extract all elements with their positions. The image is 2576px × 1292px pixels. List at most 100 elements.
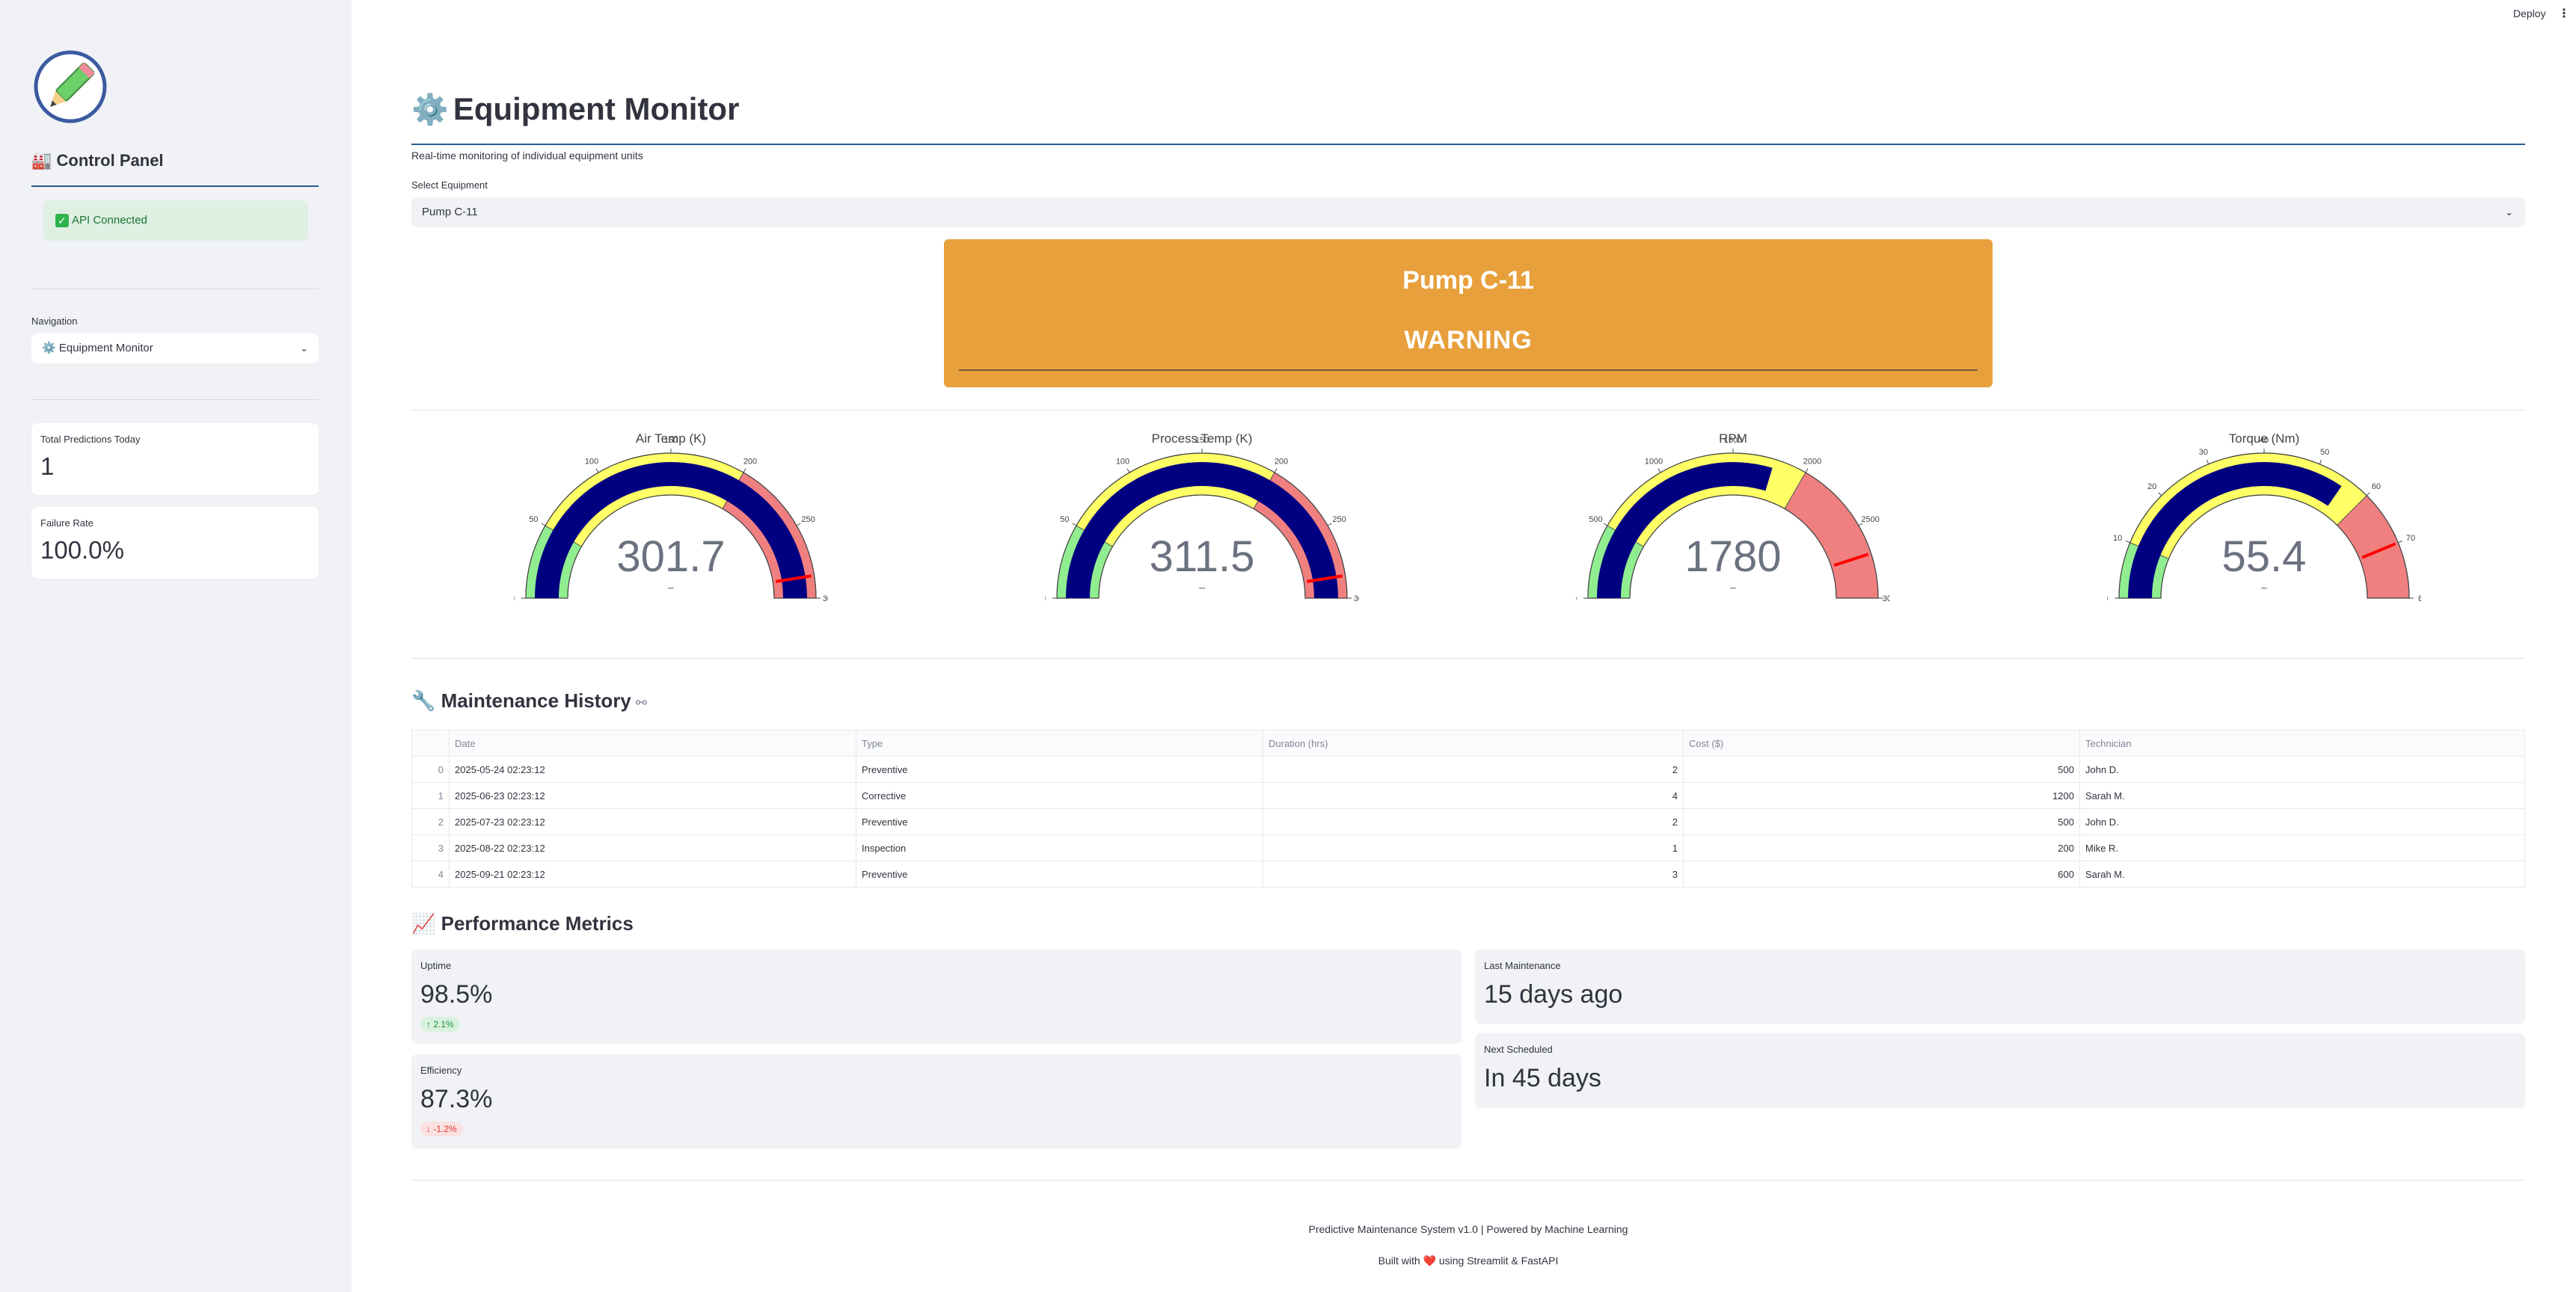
page-subtitle: Real-time monitoring of individual equip…	[411, 150, 643, 162]
column-header-date[interactable]: Date	[449, 730, 856, 757]
factory-icon: 🏭	[31, 151, 52, 170]
cell-cost[interactable]: 1200	[1683, 782, 2080, 809]
cell-type[interactable]: Preventive	[856, 808, 1263, 835]
table-header-row: Date Type Duration (hrs) Cost ($) Techni…	[411, 730, 2525, 757]
cell-cost[interactable]: 200	[1683, 834, 2080, 861]
cell-cost[interactable]: 500	[1683, 756, 2080, 783]
cell-duration[interactable]: 2	[1263, 756, 1684, 783]
table-row[interactable]: 1 2025-06-23 02:23:12 Corrective 4 1200 Sarah…	[411, 782, 2525, 809]
gauge-torque: Torque (Nm)0102030405060708055.4−	[2107, 431, 2421, 603]
metric-delta: ↓ -1.2%	[420, 1122, 463, 1136]
gauge-tick-label: 300	[1354, 594, 1359, 603]
cell-index[interactable]: 0	[411, 756, 450, 783]
cell-date[interactable]: 2025-08-22 02:23:12	[449, 834, 856, 861]
metric-total-predictions: Total Predictions Today 1	[31, 423, 319, 495]
table-row[interactable]: 3 2025-08-22 02:23:12 Inspection 1 200 Mike R…	[411, 834, 2525, 861]
gauge-tick-label: 200	[1275, 457, 1288, 466]
cell-type[interactable]: Preventive	[856, 861, 1263, 888]
column-header-cost[interactable]: Cost ($)	[1683, 730, 2080, 757]
metric-next-scheduled: Next Scheduled In 45 days	[1475, 1033, 2525, 1108]
equipment-status-card: Pump C-11 WARNING	[944, 239, 1993, 387]
cell-duration[interactable]: 2	[1263, 808, 1684, 835]
cell-type[interactable]: Corrective	[856, 782, 1263, 809]
cell-technician[interactable]: John D.	[2079, 756, 2525, 783]
metric-value: 98.5%	[420, 980, 493, 1009]
page-title-text: Equipment Monitor	[453, 91, 740, 126]
cell-index[interactable]: 4	[411, 861, 450, 888]
divider	[959, 369, 1978, 371]
table-row[interactable]: 2 2025-07-23 02:23:12 Preventive 2 500 John D…	[411, 808, 2525, 835]
cell-technician[interactable]: Mike R.	[2079, 834, 2525, 861]
gauge-tick	[2319, 460, 2322, 464]
gauge-tick-label: 1000	[1645, 457, 1663, 466]
gauge-tick	[1126, 468, 1130, 473]
gauge-tick	[1327, 523, 1332, 526]
cell-index[interactable]: 3	[411, 834, 450, 861]
page-title: ⚙️ Equipment Monitor	[411, 91, 739, 127]
gauge-tick-label: 1500	[1724, 436, 1742, 445]
metric-uptime: Uptime 98.5% ↑ 2.1%	[411, 950, 1462, 1044]
cell-cost[interactable]: 500	[1683, 808, 2080, 835]
main-menu-icon[interactable]: ⋮	[2558, 6, 2570, 21]
column-header-technician[interactable]: Technician	[2079, 730, 2525, 757]
metric-value: 87.3%	[420, 1085, 493, 1113]
metric-delta-value: -1.2%	[433, 1124, 457, 1134]
footer-suffix: using Streamlit & FastAPI	[1438, 1255, 1559, 1267]
gauge-air-temp: Air Temp (K)050100150200250300301.7−	[514, 431, 828, 603]
cell-type[interactable]: Inspection	[856, 834, 1263, 861]
cell-index[interactable]: 1	[411, 782, 450, 809]
metric-value: 15 days ago	[1484, 980, 1623, 1009]
cell-duration[interactable]: 4	[1263, 782, 1684, 809]
check-icon: ✓	[55, 214, 69, 228]
cell-duration[interactable]: 3	[1263, 861, 1684, 888]
gauge-value: 55.4	[2222, 532, 2307, 581]
gauge-tick-label: 80	[2418, 594, 2421, 603]
gauge-tick-label: 20	[2147, 482, 2156, 491]
cell-cost[interactable]: 600	[1683, 861, 2080, 888]
metric-value: In 45 days	[1484, 1064, 1601, 1092]
cell-technician[interactable]: Sarah M.	[2079, 782, 2525, 809]
table-row[interactable]: 4 2025-09-21 02:23:12 Preventive 3 600 Sarah …	[411, 861, 2525, 888]
gauge-tick-label: 250	[1332, 515, 1346, 524]
gauge-value: 301.7	[616, 532, 725, 581]
cell-index[interactable]: 2	[411, 808, 450, 835]
deploy-button[interactable]: Deploy	[2513, 7, 2546, 19]
chart-increasing-icon: 📈	[411, 912, 436, 935]
gauge-tick	[541, 523, 546, 526]
column-header-index[interactable]	[411, 730, 450, 757]
gauge-tick	[2366, 492, 2370, 496]
chevron-down-icon: ⌄	[300, 342, 308, 354]
cell-type[interactable]: Preventive	[856, 756, 1263, 783]
gauge-tick	[1657, 468, 1661, 473]
cell-date[interactable]: 2025-09-21 02:23:12	[449, 861, 856, 888]
gauge-tick-label: 50	[1060, 515, 1069, 524]
metric-efficiency: Efficiency 87.3% ↓ -1.2%	[411, 1054, 1462, 1148]
cell-duration[interactable]: 1	[1263, 834, 1684, 861]
cell-date[interactable]: 2025-05-24 02:23:12	[449, 756, 856, 783]
column-header-duration[interactable]: Duration (hrs)	[1263, 730, 1684, 757]
equipment-select[interactable]: Pump C-11 ⌄	[411, 197, 2525, 227]
gauge-value-suffix: −	[1198, 582, 1205, 595]
gauge-tick	[743, 468, 746, 473]
metric-label: Next Scheduled	[1484, 1044, 1553, 1055]
column-header-type[interactable]: Type	[856, 730, 1263, 757]
gauge-value-suffix: −	[1729, 582, 1736, 595]
table-row[interactable]: 0 2025-05-24 02:23:12 Preventive 2 500 John D…	[411, 756, 2525, 783]
cell-date[interactable]: 2025-06-23 02:23:12	[449, 782, 856, 809]
gauge-tick-label: 0	[1576, 594, 1577, 603]
anchor-link-icon[interactable]: ⚯	[636, 695, 647, 710]
chevron-down-icon: ⌄	[2505, 206, 2513, 218]
navigation-label: Navigation	[31, 316, 78, 327]
gauge-tick-label: 100	[1116, 457, 1129, 466]
api-status-text: API Connected	[72, 214, 147, 227]
maintenance-history-table[interactable]: Date Type Duration (hrs) Cost ($) Techni…	[411, 730, 2525, 888]
cell-technician[interactable]: John D.	[2079, 808, 2525, 835]
gauge-tick-label: 500	[1589, 515, 1602, 524]
cell-technician[interactable]: Sarah M.	[2079, 861, 2525, 888]
navigation-select[interactable]: ⚙️ Equipment Monitor ⌄	[31, 333, 319, 363]
api-status-alert: ✓ API Connected	[43, 200, 308, 241]
divider	[411, 658, 2525, 659]
maintenance-history-text: Maintenance History	[441, 689, 631, 712]
gauge-tick-label: 70	[2406, 534, 2415, 543]
cell-date[interactable]: 2025-07-23 02:23:12	[449, 808, 856, 835]
